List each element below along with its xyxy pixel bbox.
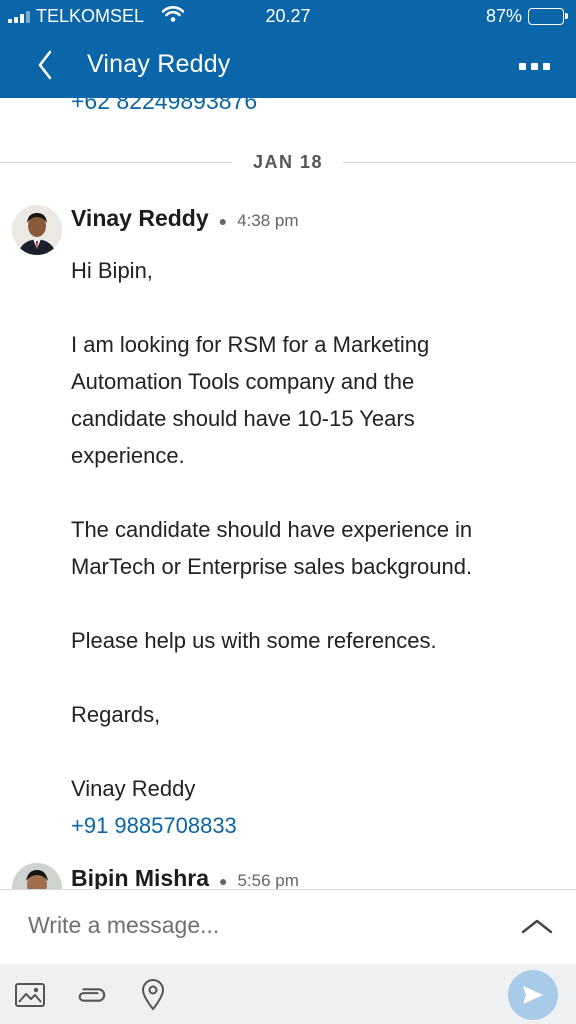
send-button[interactable] bbox=[508, 970, 558, 1020]
sender-name[interactable]: Bipin Mishra bbox=[71, 865, 209, 889]
more-horizontal-icon bbox=[519, 62, 550, 70]
share-location-button[interactable] bbox=[136, 978, 170, 1012]
date-separator: JAN 18 bbox=[0, 150, 576, 174]
battery-group: 87% bbox=[485, 6, 568, 27]
message-line: The candidate should have experience in bbox=[71, 517, 473, 542]
message-input[interactable]: Write a message... bbox=[28, 912, 219, 939]
phone-link[interactable]: +91 9885708833 bbox=[71, 807, 551, 844]
conversation-title[interactable]: Vinay Reddy bbox=[87, 50, 231, 79]
more-options-button[interactable] bbox=[519, 56, 550, 76]
message-line: Vinay Reddy bbox=[71, 776, 196, 801]
battery-icon bbox=[528, 8, 568, 25]
avatar[interactable] bbox=[12, 863, 62, 889]
message-line: Regards, bbox=[71, 702, 161, 727]
message-composer: Write a message... bbox=[0, 889, 576, 964]
separator-dot: ● bbox=[218, 213, 228, 229]
message-time: 5:56 pm bbox=[237, 871, 299, 889]
message-line bbox=[71, 733, 551, 770]
message-line: Hi Bipin, bbox=[71, 258, 153, 283]
attach-file-button[interactable] bbox=[74, 978, 108, 1012]
message-time: 4:38 pm bbox=[237, 211, 299, 230]
message-header: Vinay Reddy ● 4:38 pm bbox=[71, 205, 299, 232]
composer-toolbar bbox=[0, 964, 576, 1024]
back-button[interactable] bbox=[30, 48, 60, 82]
battery-percent: 87% bbox=[485, 6, 522, 26]
send-icon bbox=[523, 986, 543, 1004]
status-bar: TELKOMSEL 20.27 87% bbox=[0, 0, 576, 32]
message-header: Bipin Mishra ● 5:56 pm bbox=[71, 865, 299, 889]
separator-dot: ● bbox=[219, 873, 228, 889]
message-line: candidate should have 10-15 Years bbox=[71, 406, 415, 431]
message-thread[interactable]: +62 82249893876 JAN 18 Vinay Reddy ● 4:3… bbox=[0, 98, 576, 889]
attach-image-button[interactable] bbox=[13, 978, 47, 1012]
message-line bbox=[71, 659, 551, 696]
chevron-left-icon bbox=[38, 50, 52, 80]
message-line bbox=[71, 289, 551, 326]
message-line: I am looking for RSM for a Marketing bbox=[71, 332, 430, 357]
message-line: experience. bbox=[71, 443, 185, 468]
message-line: Please help us with some references. bbox=[71, 628, 437, 653]
expand-composer-button[interactable] bbox=[520, 916, 554, 936]
app-header: TELKOMSEL 20.27 87% Vinay Reddy bbox=[0, 0, 576, 98]
message-line: MarTech or Enterprise sales background. bbox=[71, 554, 473, 579]
image-icon bbox=[15, 983, 45, 1007]
sender-name[interactable]: Vinay Reddy bbox=[71, 205, 209, 232]
message-line bbox=[71, 585, 551, 622]
chevron-up-icon bbox=[521, 919, 553, 934]
avatar[interactable] bbox=[12, 205, 62, 255]
message-line: Automation Tools company and the bbox=[71, 369, 415, 394]
nav-bar: Vinay Reddy bbox=[0, 32, 576, 98]
previous-message-phone-link[interactable]: +62 82249893876 bbox=[71, 98, 257, 115]
message-line bbox=[71, 474, 551, 511]
location-pin-icon bbox=[141, 979, 165, 1011]
message-body: Hi Bipin, I am looking for RSM for a Mar… bbox=[71, 252, 551, 844]
attachment-icon bbox=[78, 988, 106, 1002]
